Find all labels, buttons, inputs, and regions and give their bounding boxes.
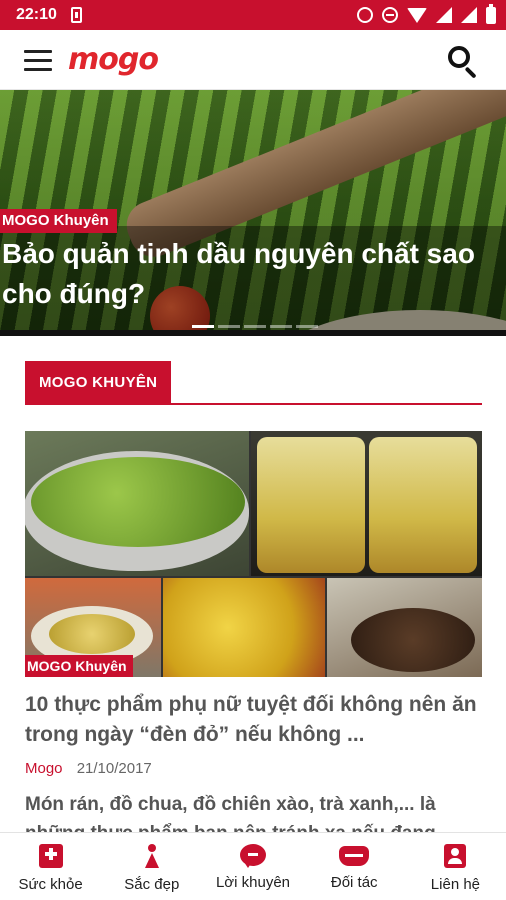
nav-label: Đối tác bbox=[330, 874, 378, 891]
status-bar: 22:10 bbox=[0, 0, 506, 30]
hero-bottom-strip bbox=[0, 330, 506, 336]
bottom-navigation: Sức khỏe Sắc đẹp Lời khuyên Đối tác Liên… bbox=[0, 832, 506, 900]
advice-icon bbox=[240, 844, 266, 868]
section-title[interactable]: MOGO KHUYÊN bbox=[25, 361, 172, 405]
article-date: 21/10/2017 bbox=[76, 760, 152, 777]
article-summary: Món rán, đồ chua, đồ chiên xào, trà xanh… bbox=[25, 794, 436, 832]
battery-icon bbox=[486, 3, 496, 24]
status-icons bbox=[357, 3, 496, 24]
collage-snails-image bbox=[327, 578, 482, 677]
nav-item-advice[interactable]: Lời khuyên bbox=[202, 833, 303, 900]
carousel-indicators bbox=[192, 325, 318, 328]
collage-bowl-image bbox=[25, 431, 249, 576]
bowl-contents bbox=[31, 457, 245, 547]
carousel-dot[interactable] bbox=[192, 325, 214, 328]
hero-title[interactable]: Bảo quản tinh dầu nguyên chất sao cho đú… bbox=[2, 234, 502, 314]
hamburger-menu-icon[interactable] bbox=[24, 50, 52, 72]
beauty-icon bbox=[140, 844, 164, 868]
nav-label: Sức khỏe bbox=[18, 876, 83, 893]
do-not-disturb-icon bbox=[382, 7, 398, 23]
app-bar: mogo bbox=[0, 30, 506, 90]
partner-icon bbox=[339, 846, 370, 866]
article-category-tag: MOGO Khuyên bbox=[25, 655, 133, 677]
hero-category-tag: MOGO Khuyên bbox=[0, 209, 117, 233]
snails bbox=[351, 608, 475, 672]
signal-roaming-icon bbox=[461, 7, 477, 23]
mogo-logo[interactable]: mogo bbox=[68, 42, 159, 77]
nav-label: Lời khuyên bbox=[215, 874, 291, 891]
carousel-dot[interactable] bbox=[218, 325, 240, 328]
sim-card-icon bbox=[70, 7, 82, 23]
hero-carousel[interactable]: MOGO Khuyên Bảo quản tinh dầu nguyên chấ… bbox=[0, 90, 506, 336]
contact-icon bbox=[444, 844, 467, 868]
carousel-dot[interactable] bbox=[296, 325, 318, 328]
health-icon bbox=[38, 844, 63, 868]
article-meta: Mogo 21/10/2017 bbox=[25, 760, 152, 777]
nav-item-beauty[interactable]: Sắc đẹp bbox=[101, 833, 202, 900]
nav-item-partner[interactable]: Đối tác bbox=[304, 833, 405, 900]
collage-fruit-image bbox=[163, 578, 325, 677]
carousel-dot[interactable] bbox=[244, 325, 266, 328]
nav-item-health[interactable]: Sức khỏe bbox=[0, 833, 101, 900]
status-time: 22:10 bbox=[16, 6, 57, 23]
wifi-icon bbox=[407, 7, 427, 23]
section-header: MOGO KHUYÊN bbox=[25, 361, 482, 405]
carousel-dot[interactable] bbox=[270, 325, 292, 328]
nav-label: Liên hệ bbox=[430, 876, 481, 893]
article-image[interactable]: MOGO Khuyên bbox=[25, 431, 482, 677]
article-author[interactable]: Mogo bbox=[25, 760, 63, 777]
nav-label: Sắc đẹp bbox=[124, 876, 180, 893]
nav-item-contact[interactable]: Liên hệ bbox=[405, 833, 506, 900]
alarm-icon bbox=[357, 7, 373, 23]
jar bbox=[257, 437, 365, 573]
article-title[interactable]: 10 thực phẩm phụ nữ tuyệt đối không nên … bbox=[25, 690, 485, 750]
jar bbox=[369, 437, 477, 573]
plate-contents bbox=[49, 614, 135, 654]
signal-icon bbox=[436, 7, 452, 23]
collage-jars-image bbox=[251, 431, 482, 576]
search-icon[interactable] bbox=[448, 46, 480, 79]
